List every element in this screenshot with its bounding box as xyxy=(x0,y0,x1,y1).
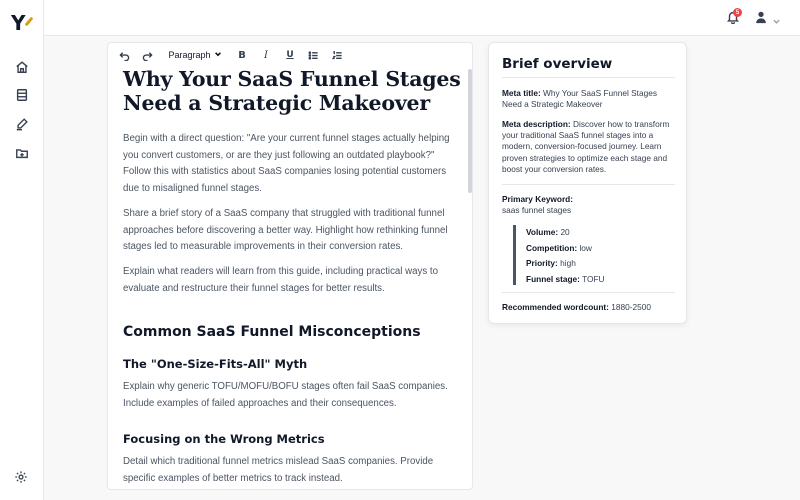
keyword-funnel-stage-label: Funnel stage: xyxy=(526,273,580,284)
keyword-volume-label: Volume: xyxy=(526,227,559,237)
nav-library[interactable] xyxy=(13,86,31,104)
nav-write[interactable] xyxy=(13,115,31,133)
keyword-funnel-stage-value: TOFU xyxy=(582,273,605,284)
divider xyxy=(502,77,675,78)
document-body: Why Your SaaS Funnel Stages Need a Strat… xyxy=(123,67,463,115)
numbered-list-icon xyxy=(331,50,342,59)
chevron-down-icon xyxy=(773,19,780,24)
bold-button[interactable]: B xyxy=(236,48,248,62)
keyword-priority: Priority: high xyxy=(526,256,673,272)
numbered-list-button[interactable] xyxy=(331,48,343,62)
user-menu-button[interactable] xyxy=(754,10,768,26)
user-menu-chevron[interactable] xyxy=(772,13,782,24)
subsection-heading: Focusing on the Wrong Metrics xyxy=(123,432,325,446)
user-icon xyxy=(756,11,766,24)
keyword-stats: Volume: 20 Competition: low Priority: hi… xyxy=(513,225,673,285)
meta-title: Meta title: Why Your SaaS Funnel Stages … xyxy=(502,88,677,110)
editor-scrollbar[interactable] xyxy=(468,69,472,193)
keyword-funnel-stage: Funnel stage: TOFU xyxy=(526,272,673,288)
keyword-competition-value: low xyxy=(579,242,592,253)
primary-keyword-label: Primary Keyword: xyxy=(502,194,574,204)
document-paragraph: Detail which traditional funnel metrics … xyxy=(123,456,434,484)
meta-title-label: Meta title: xyxy=(502,88,541,98)
settings-icon xyxy=(15,471,27,483)
block-type-select[interactable]: Paragraph xyxy=(168,48,222,62)
meta-description-label: Meta description: xyxy=(502,119,571,129)
keyword-volume-value: 20 xyxy=(560,227,570,237)
underline-button[interactable]: U xyxy=(284,48,296,62)
redo-button[interactable] xyxy=(141,48,153,62)
redo-icon xyxy=(142,51,153,61)
bullet-list-button[interactable] xyxy=(307,48,319,62)
logo-pen-mark xyxy=(24,16,34,27)
nav-new-folder[interactable] xyxy=(13,144,31,162)
subsection-heading: The "One-Size-Fits-All" Myth xyxy=(123,357,308,371)
topbar xyxy=(44,0,800,36)
recommended-wordcount: Recommended wordcount: 1880-2500 xyxy=(502,302,677,313)
keyword-priority-value: high xyxy=(560,258,576,268)
notification-badge: 5 xyxy=(733,8,742,17)
undo-button[interactable] xyxy=(118,48,130,62)
document-paragraph: Share a brief story of a SaaS company th… xyxy=(123,208,448,253)
nav-settings[interactable] xyxy=(14,470,30,486)
primary-keyword-value: saas funnel stages xyxy=(502,205,572,216)
bullet-list-icon xyxy=(308,50,318,60)
meta-description: Meta description: Discover how to transf… xyxy=(502,119,677,175)
sidebar: Y xyxy=(0,0,44,500)
italic-button[interactable]: I xyxy=(260,48,272,62)
document-paragraph: Explain what readers will learn from thi… xyxy=(123,266,438,294)
book-icon xyxy=(16,89,28,101)
keyword-volume: Volume: 20 xyxy=(526,225,673,241)
editor[interactable]: Paragraph B I U Why Your SaaS Funnel Sta… xyxy=(107,42,473,490)
section-heading: Common SaaS Funnel Misconceptions xyxy=(123,324,421,340)
editor-toolbar: Paragraph B I U xyxy=(108,43,472,67)
chevron-down-icon xyxy=(214,50,222,60)
brief-title: Brief overview xyxy=(502,56,613,72)
pen-icon xyxy=(16,118,28,131)
keyword-priority-label: Priority: xyxy=(526,258,558,268)
primary-keyword: Primary Keyword: saas funnel stages xyxy=(502,194,677,216)
wordcount-value: 1880-2500 xyxy=(611,302,651,312)
document-title: Why Your SaaS Funnel Stages Need a Strat… xyxy=(123,67,461,115)
document-paragraph: Begin with a direct question: "Are your … xyxy=(123,133,450,195)
divider xyxy=(502,184,675,185)
app-logo[interactable]: Y xyxy=(11,12,35,34)
block-type-label: Paragraph xyxy=(168,50,211,60)
undo-icon xyxy=(118,51,129,61)
document-paragraph: Explain why generic TOFU/MOFU/BOFU stage… xyxy=(123,381,448,409)
logo-letter: Y xyxy=(11,11,26,35)
keyword-competition-label: Competition: xyxy=(526,242,578,253)
brief-overview-panel: Brief overview Meta title: Why Your SaaS… xyxy=(488,42,687,324)
folder-plus-icon xyxy=(16,149,28,159)
home-icon xyxy=(16,61,28,73)
wordcount-label: Recommended wordcount: xyxy=(502,302,609,312)
nav-home[interactable] xyxy=(13,58,31,76)
divider xyxy=(502,292,675,293)
keyword-competition: Competition: low xyxy=(526,241,673,257)
